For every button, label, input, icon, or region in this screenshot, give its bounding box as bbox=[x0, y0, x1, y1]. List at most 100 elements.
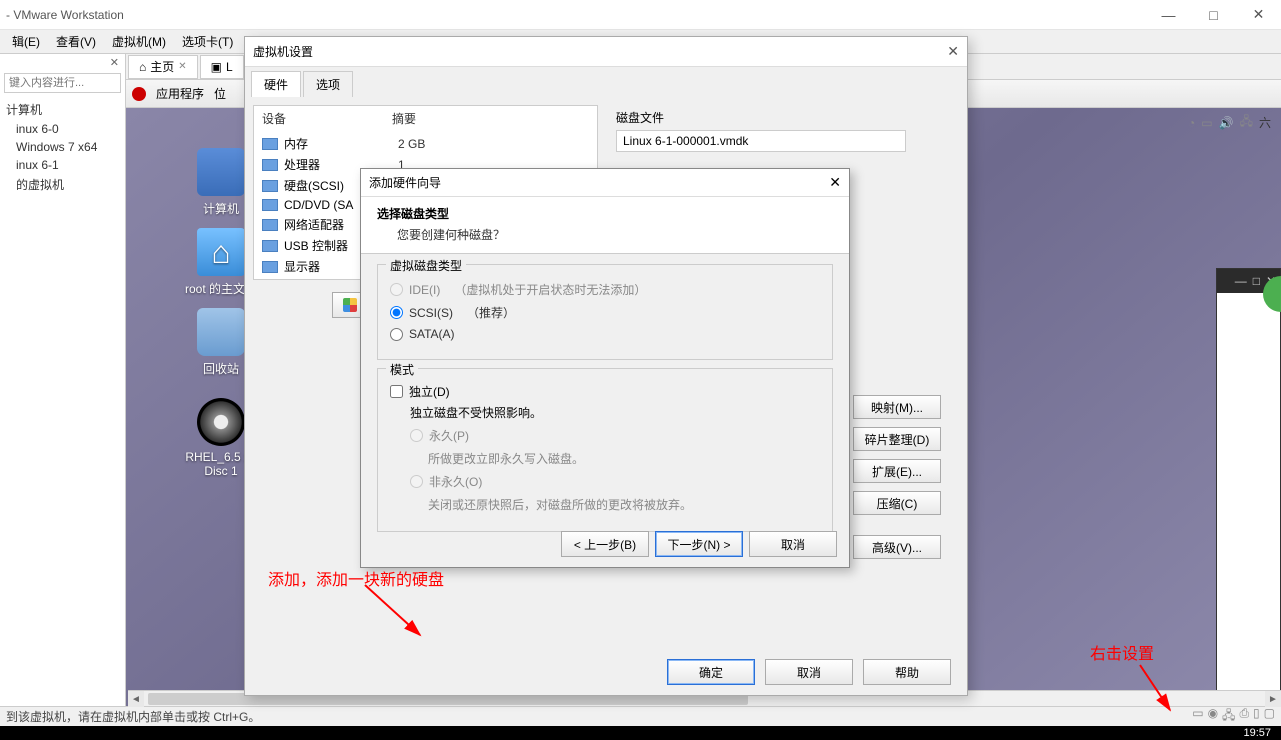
disk-file-input[interactable] bbox=[616, 130, 906, 152]
ide-note: （虚拟机处于开启状态时无法添加） bbox=[454, 281, 646, 298]
status-bar: 到该虚拟机，请在虚拟机内部单击或按 Ctrl+G。 ▭ ◉ 🖧 ⎙ ▯ ▢ bbox=[0, 706, 1281, 726]
window-controls: — □ ✕ bbox=[1146, 0, 1281, 30]
menu-view[interactable]: 查看(V) bbox=[48, 33, 104, 50]
menu-vm[interactable]: 虚拟机(M) bbox=[104, 33, 174, 50]
map-button[interactable]: 映射(M)... bbox=[853, 395, 941, 419]
radio-sata-row[interactable]: SATA(A) bbox=[390, 327, 820, 341]
status-text: 到该虚拟机，请在虚拟机内部单击或按 Ctrl+G。 bbox=[6, 708, 260, 725]
harddisk-icon bbox=[262, 180, 278, 192]
expand-button[interactable]: 扩展(E)... bbox=[853, 459, 941, 483]
menu-edit[interactable]: 辑(E) bbox=[4, 33, 48, 50]
settings-close-icon[interactable]: ✕ bbox=[947, 43, 959, 60]
redhat-icon bbox=[132, 87, 146, 101]
display-status-icon[interactable]: ▢ bbox=[1264, 706, 1275, 727]
disc-icon bbox=[197, 398, 245, 446]
tab-options[interactable]: 选项 bbox=[303, 71, 353, 97]
disk-file-label: 磁盘文件 bbox=[616, 109, 951, 126]
tab-label: L bbox=[226, 60, 233, 74]
radio-scsi-row[interactable]: SCSI(S) （推荐） bbox=[390, 304, 820, 321]
sidebar-search bbox=[4, 73, 121, 93]
wizard-banner: 选择磁盘类型 您要创建何种磁盘？ bbox=[361, 197, 849, 254]
radio-sata[interactable] bbox=[390, 328, 403, 341]
col-summary: 摘要 bbox=[392, 110, 416, 127]
independent-label: 独立(D) bbox=[409, 383, 450, 400]
shield-icon bbox=[343, 298, 357, 312]
nonpermanent-note: 关闭或还原快照后，对磁盘所做的更改将被放弃。 bbox=[428, 496, 820, 513]
cancel-button[interactable]: 取消 bbox=[765, 659, 853, 685]
mode-group: 模式 独立(D) 独立磁盘不受快照影响。 永久(P) 所做更改立即永久写入磁盘。… bbox=[377, 368, 833, 532]
wizard-cancel-button[interactable]: 取消 bbox=[749, 531, 837, 557]
group-legend: 虚拟磁盘类型 bbox=[386, 257, 466, 274]
independent-checkbox[interactable] bbox=[390, 385, 403, 398]
app-titlebar: - VMware Workstation — □ ✕ bbox=[0, 0, 1281, 30]
usb-status-icon[interactable]: ⎙ bbox=[1239, 706, 1249, 727]
home-icon: ⌂ bbox=[139, 60, 146, 74]
tab-vm[interactable]: ▣ L bbox=[200, 55, 244, 79]
tree-item[interactable]: inux 6-1 bbox=[6, 156, 119, 174]
tree-item[interactable]: Windows 7 x64 bbox=[6, 138, 119, 156]
independent-sub: 独立磁盘不受快照影响。 永久(P) 所做更改立即永久写入磁盘。 非永久(O) 关… bbox=[410, 404, 820, 513]
windows-taskbar[interactable]: 19:57 bbox=[0, 726, 1281, 740]
tab-home[interactable]: ⌂ 主页 ✕ bbox=[128, 55, 198, 79]
radio-sata-label: SATA(A) bbox=[409, 327, 455, 341]
usb-icon bbox=[262, 240, 278, 252]
disk-status-icon[interactable]: ▭ bbox=[1192, 706, 1203, 727]
radio-nonpermanent bbox=[410, 475, 423, 488]
next-button[interactable]: 下一步(N) > bbox=[655, 531, 743, 557]
advanced-button[interactable]: 高级(V)... bbox=[853, 535, 941, 559]
tab-label: 主页 bbox=[150, 58, 174, 75]
wizard-title: 添加硬件向导 bbox=[369, 174, 441, 191]
help-button[interactable]: 帮助 bbox=[863, 659, 951, 685]
tab-close-icon[interactable]: ✕ bbox=[178, 61, 186, 72]
nested-min-icon[interactable]: — bbox=[1235, 274, 1247, 288]
wizard-banner-sub: 您要创建何种磁盘？ bbox=[377, 226, 833, 243]
menu-tabs[interactable]: 选项卡(T) bbox=[174, 33, 241, 50]
network-icon bbox=[262, 219, 278, 231]
left-sidebar: ✕ 计算机 inux 6-0 Windows 7 x64 inux 6-1 的虚… bbox=[0, 54, 126, 706]
minimize-button[interactable]: — bbox=[1146, 0, 1191, 30]
search-input[interactable] bbox=[4, 73, 121, 93]
radio-scsi-label: SCSI(S) bbox=[409, 306, 453, 320]
toolbar-pos[interactable]: 位 bbox=[214, 85, 226, 102]
toolbar-apps[interactable]: 应用程序 bbox=[156, 85, 204, 102]
wizard-close-icon[interactable]: ✕ bbox=[829, 174, 841, 191]
disk-icon: ▭ bbox=[1201, 116, 1212, 130]
close-button[interactable]: ✕ bbox=[1236, 0, 1281, 30]
status-icons: ▭ ◉ 🖧 ⎙ ▯ ▢ bbox=[1192, 706, 1275, 727]
scsi-note: （推荐） bbox=[467, 304, 515, 321]
cpu-icon bbox=[262, 159, 278, 171]
cdrom-status-icon[interactable]: ◉ bbox=[1208, 706, 1218, 727]
settings-titlebar: 虚拟机设置 ✕ bbox=[245, 37, 967, 67]
tree-item[interactable]: 的虚拟机 bbox=[6, 174, 119, 195]
wizard-buttons: < 上一步(B) 下一步(N) > 取消 bbox=[561, 531, 837, 557]
tree-item[interactable]: inux 6-0 bbox=[6, 120, 119, 138]
group-legend: 模式 bbox=[386, 361, 418, 378]
tree-root[interactable]: 计算机 bbox=[6, 99, 119, 120]
clock: 19:57 bbox=[1243, 726, 1281, 740]
sound-status-icon[interactable]: ▯ bbox=[1253, 706, 1260, 727]
radio-permanent-row: 永久(P) bbox=[410, 427, 820, 444]
radio-scsi[interactable] bbox=[390, 306, 403, 319]
compress-button[interactable]: 压缩(C) bbox=[853, 491, 941, 515]
col-device: 设备 bbox=[262, 110, 392, 127]
permanent-label: 永久(P) bbox=[429, 427, 469, 444]
sidebar-close-icon[interactable]: ✕ bbox=[0, 54, 125, 71]
network-status-icon[interactable]: 🖧 bbox=[1222, 706, 1235, 727]
back-button[interactable]: < 上一步(B) bbox=[561, 531, 649, 557]
maximize-button[interactable]: □ bbox=[1191, 0, 1236, 30]
settings-title: 虚拟机设置 bbox=[253, 43, 313, 60]
display-icon bbox=[262, 261, 278, 273]
device-row-memory[interactable]: 内存2 GB bbox=[254, 133, 597, 154]
ok-button[interactable]: 确定 bbox=[667, 659, 755, 685]
trash-icon bbox=[197, 308, 245, 356]
tab-hardware[interactable]: 硬件 bbox=[251, 71, 301, 97]
folder-icon: ⌂ bbox=[197, 228, 245, 276]
defrag-button[interactable]: 碎片整理(D) bbox=[853, 427, 941, 451]
independent-checkbox-row[interactable]: 独立(D) bbox=[390, 383, 820, 400]
scroll-left-icon[interactable]: ◄ bbox=[128, 691, 144, 707]
app-title: - VMware Workstation bbox=[6, 8, 124, 22]
nested-max-icon[interactable]: □ bbox=[1253, 274, 1260, 288]
vm-status-icons: ◔ ▭ 🔊 🖧 六 bbox=[1188, 112, 1271, 133]
scroll-right-icon[interactable]: ► bbox=[1265, 691, 1281, 707]
extra-text: 六 bbox=[1259, 114, 1271, 131]
